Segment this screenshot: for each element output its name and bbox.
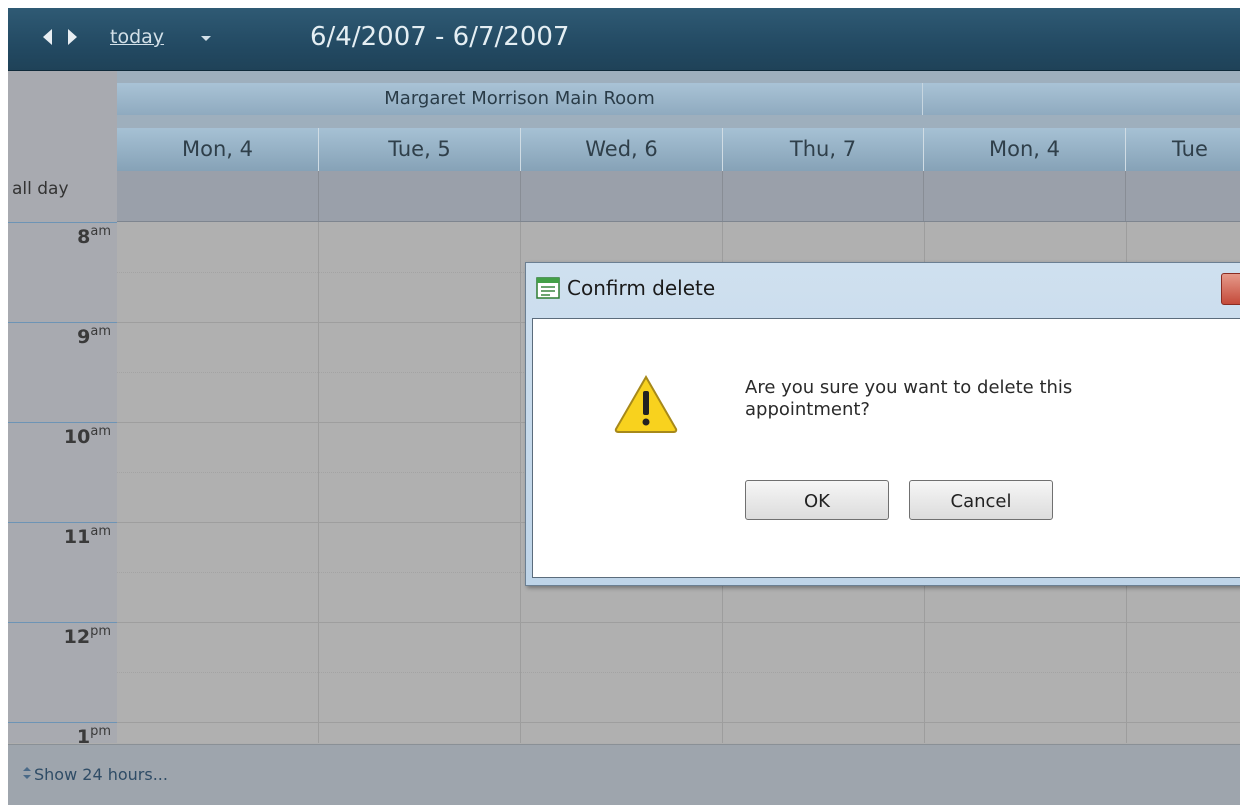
calendar-app: today 6/4/2007 - 6/7/2007 all day Margar… — [8, 8, 1240, 805]
resource-header-margaret-morrison: Margaret Morrison Main Room — [117, 83, 923, 115]
day-header[interactable]: Wed, 6 — [521, 128, 723, 171]
hour-suffix: am — [90, 324, 111, 339]
day-header[interactable]: Thu, 7 — [723, 128, 924, 171]
confirm-message: Are you sure you want to delete this app… — [745, 377, 1073, 420]
day-header[interactable]: Tue, 5 — [319, 128, 521, 171]
column-divider — [520, 222, 521, 743]
calendar-toolbar: today 6/4/2007 - 6/7/2007 — [8, 8, 1240, 71]
ok-button[interactable]: OK — [745, 480, 889, 520]
hour-number: 12 — [63, 626, 91, 648]
hour-line — [117, 622, 1240, 623]
all-day-cell[interactable] — [1126, 171, 1240, 221]
hour-number: 11 — [63, 526, 91, 548]
warning-icon — [613, 374, 679, 434]
previous-arrow-icon[interactable] — [40, 27, 54, 47]
all-day-label: all day — [12, 179, 69, 199]
hour-rule — [8, 522, 117, 523]
dialog-body: Are you sure you want to delete this app… — [532, 318, 1240, 578]
all-day-row — [117, 171, 1240, 222]
hour-suffix: am — [90, 224, 111, 239]
all-day-cell[interactable] — [924, 171, 1126, 221]
day-header[interactable]: Mon, 4 — [924, 128, 1126, 171]
day-header-row: Mon, 4 Tue, 5 Wed, 6 Thu, 7 Mon, 4 Tue — [117, 115, 1240, 171]
hour-line — [117, 722, 1240, 723]
date-range-title: 6/4/2007 - 6/7/2007 — [310, 22, 570, 52]
day-header[interactable]: Mon, 4 — [117, 128, 319, 171]
half-hour-line — [117, 672, 1240, 674]
confirm-delete-dialog: Confirm delete Are you sure you want to … — [525, 262, 1240, 586]
hour-rule — [8, 322, 117, 323]
dialog-title: Confirm delete — [567, 276, 716, 300]
hour-rule — [8, 222, 117, 223]
hour-suffix: pm — [90, 724, 111, 739]
calendar-footer: Show 24 hours... — [8, 744, 1240, 805]
hour-number: 10 — [63, 426, 91, 448]
hour-suffix: am — [90, 524, 111, 539]
cancel-button[interactable]: Cancel — [909, 480, 1053, 520]
resource-header-second — [923, 83, 1240, 115]
expand-updown-icon — [22, 765, 32, 784]
calendar-app-icon — [536, 276, 560, 300]
today-dropdown-caret-icon[interactable] — [198, 30, 214, 46]
hour-number: 1 — [76, 726, 91, 743]
column-divider — [318, 222, 319, 743]
show-24-hours-label: Show 24 hours... — [34, 765, 168, 784]
all-day-cell[interactable] — [117, 171, 319, 221]
hour-rule — [8, 422, 117, 423]
today-link[interactable]: today — [110, 26, 164, 48]
resource-header-row: Margaret Morrison Main Room — [117, 71, 1240, 115]
day-header[interactable]: Tue — [1126, 128, 1240, 171]
hour-number: 8 — [77, 226, 91, 248]
close-button[interactable] — [1221, 273, 1240, 305]
hour-rule — [8, 622, 117, 623]
hour-suffix: am — [90, 424, 111, 439]
hour-suffix: pm — [90, 624, 111, 639]
show-24-hours-link[interactable]: Show 24 hours... — [22, 765, 168, 784]
next-arrow-icon[interactable] — [66, 27, 80, 47]
all-day-cell[interactable] — [319, 171, 521, 221]
all-day-cell[interactable] — [723, 171, 924, 221]
all-day-cell[interactable] — [521, 171, 723, 221]
hour-number: 9 — [77, 326, 91, 348]
hour-label-1pm: 1pm — [8, 722, 117, 743]
